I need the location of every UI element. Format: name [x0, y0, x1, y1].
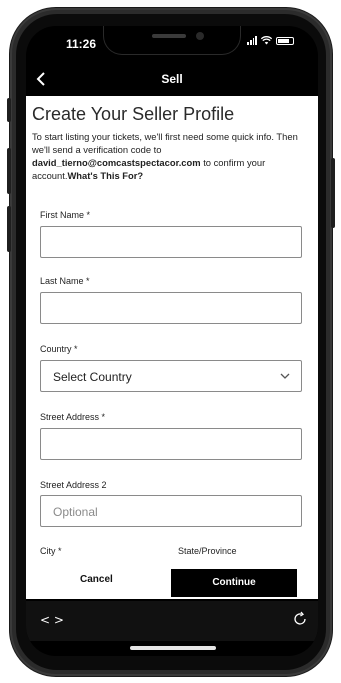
phone-screen: 11:26 Sell Create Your Seller Profile To… [26, 26, 318, 656]
city-label: City * [40, 546, 62, 556]
street-address-label: Street Address * [40, 412, 106, 422]
nav-bar: Sell [26, 62, 318, 96]
street-address-input[interactable] [40, 428, 302, 460]
status-time: 11:26 [66, 37, 97, 51]
cancel-button[interactable]: Cancel [80, 574, 113, 585]
form-actions: Cancel Continue [26, 563, 318, 599]
power-button [331, 158, 335, 228]
continue-button[interactable]: Continue [171, 569, 297, 597]
page-title: Sell [161, 72, 183, 86]
volume-up-button [7, 148, 11, 194]
browser-toolbar: < > [26, 601, 318, 641]
front-camera [196, 32, 204, 40]
notch [104, 26, 240, 54]
country-select-value: Select Country [53, 370, 132, 384]
home-indicator [130, 646, 216, 650]
whats-this-for-link[interactable]: What's This For? [67, 170, 143, 181]
street-address2-placeholder: Optional [53, 505, 98, 519]
browser-back-forward[interactable]: < > [40, 613, 64, 627]
last-name-input[interactable] [40, 292, 302, 324]
country-label: Country * [40, 344, 78, 354]
first-name-label: First Name * [40, 210, 91, 220]
first-name-input[interactable] [40, 226, 302, 258]
battery-icon [276, 36, 294, 45]
status-icons [247, 36, 294, 45]
intro-text-part1: To start listing your tickets, we'll fir… [32, 131, 298, 155]
last-name-label: Last Name * [40, 276, 90, 286]
volume-down-button [7, 206, 11, 252]
street-address2-label: Street Address 2 [40, 480, 107, 490]
speaker [152, 34, 186, 38]
status-bar: 11:26 [26, 26, 318, 62]
reload-icon[interactable] [292, 611, 308, 627]
country-select[interactable]: Select Country [40, 360, 302, 392]
intro-text: To start listing your tickets, we'll fir… [32, 130, 314, 182]
seller-profile-form: Create Your Seller Profile To start list… [26, 96, 318, 563]
form-heading: Create Your Seller Profile [32, 104, 235, 124]
email-text: david_tierno@comcastspectacor.com [32, 157, 201, 168]
chevron-down-icon [280, 373, 290, 379]
street-address2-input[interactable]: Optional [40, 495, 302, 527]
wifi-icon [261, 36, 272, 45]
mute-switch [7, 98, 11, 122]
state-province-label: State/Province [178, 546, 237, 556]
signal-icon [247, 36, 257, 45]
